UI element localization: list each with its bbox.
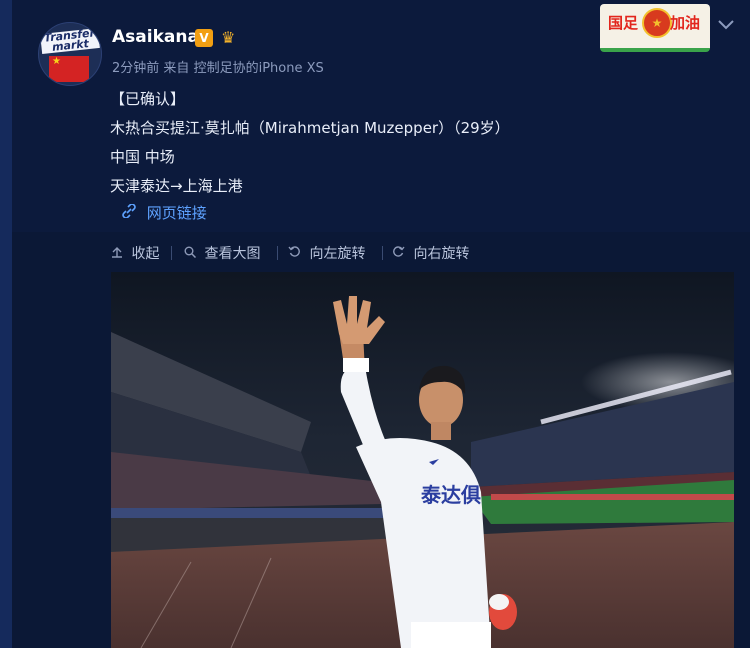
national-team-banner[interactable]: 国足 ★ 加油 [600,4,710,52]
post-source[interactable]: 控制足协的iPhone XS [194,61,324,76]
rotate-left-icon [288,246,305,262]
rotate-right-button[interactable]: 向右旋转 [392,243,469,263]
chevron-down-icon[interactable] [718,18,736,32]
view-large-label: 查看大图 [204,246,261,262]
post-line-position: 中国 中场 [110,148,175,166]
toolbar-divider [171,246,172,260]
web-link[interactable]: 网页链接 [122,202,207,223]
rotate-right-label: 向右旋转 [413,246,470,262]
search-icon [184,246,200,262]
post-header: Transfer markt ★ Asaikana V ♛ 2分钟前 来自 控制… [12,0,750,232]
image-toolbar: 收起 查看大图 向左旋转 向右旋转 [12,236,750,268]
collapse-arrow-icon [111,246,127,262]
source-prefix: 来自 [163,61,190,76]
verified-badge-icon: V [195,29,213,47]
toolbar-divider [277,246,278,260]
link-icon [122,203,141,222]
crown-badge-icon: ♛ [221,28,236,47]
post-line-player: 木热合买提江·莫扎帕（Mirahmetjan Muzepper）（29岁） [110,119,510,137]
post-line-transfer: 天津泰达→上海上港 [110,177,243,195]
banner-text-left: 国足 [608,14,639,32]
banner-text-right: 加油 [670,14,701,32]
collapse-button[interactable]: 收起 [111,243,159,263]
username[interactable]: Asaikana [112,27,199,47]
china-flag-icon: ★ [49,56,89,82]
transfermarkt-logo: Transfer markt [40,26,100,54]
stadium-scene: 泰达俱 [111,272,734,648]
emblem-icon: ★ [642,8,672,38]
rotate-left-button[interactable]: 向左旋转 [288,243,365,263]
post-meta: 2分钟前 来自 控制足协的iPhone XS [112,57,324,76]
post-photo[interactable]: 泰达俱 [111,272,734,648]
view-large-button[interactable]: 查看大图 [184,243,260,263]
left-stripe [0,0,12,648]
rotate-left-label: 向左旋转 [309,246,366,262]
avatar[interactable]: Transfer markt ★ [38,22,102,86]
toolbar-divider [382,246,383,260]
post-line-status: 【已确认】 [110,90,186,108]
post-time[interactable]: 2分钟前 [112,61,159,76]
collapse-label: 收起 [131,246,160,262]
web-link-label: 网页链接 [146,204,207,222]
weibo-post-card: Transfer markt ★ Asaikana V ♛ 2分钟前 来自 控制… [12,0,750,648]
jersey-sponsor-text: 泰达俱 [420,483,481,507]
rotate-right-icon [392,246,409,262]
